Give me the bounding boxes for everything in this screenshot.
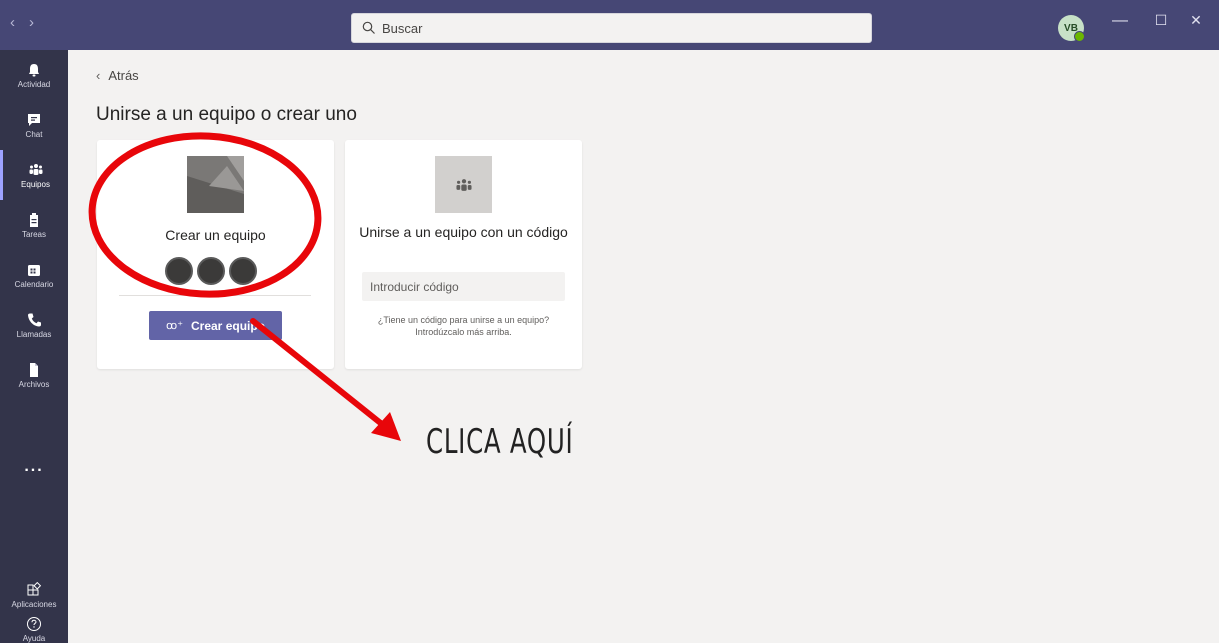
search-icon <box>362 21 375 34</box>
more-apps-button[interactable]: ... <box>0 458 68 476</box>
forward-arrow-icon[interactable]: › <box>29 14 34 31</box>
presence-available-icon <box>1074 31 1085 42</box>
rail-label: Calendario <box>14 279 54 289</box>
rail-item-llamadas[interactable]: Llamadas <box>0 300 68 350</box>
rail-item-chat[interactable]: Chat <box>0 100 68 150</box>
create-team-card: Crear un equipo ꝏ⁺ Crear equipo <box>97 140 334 369</box>
chevron-left-icon: ‹ <box>96 68 101 83</box>
rail-label: Chat <box>25 129 43 139</box>
rail-item-aplicaciones[interactable]: Aplicaciones <box>0 570 68 620</box>
back-link[interactable]: ‹ Atrás <box>96 68 139 83</box>
app-rail: Actividad Chat Equipos Tareas Calendario… <box>0 50 68 643</box>
back-label: Atrás <box>108 68 139 83</box>
rail-label: Archivos <box>18 379 50 389</box>
help-icon <box>27 616 41 631</box>
bell-icon <box>29 63 39 76</box>
member-avatars <box>165 257 257 285</box>
join-team-title: Unirse a un equipo con un código <box>359 224 568 240</box>
apps-icon <box>27 581 42 595</box>
title-bar: ‹ › Buscar VB — ☐ ✕ <box>0 0 1219 50</box>
search-placeholder: Buscar <box>382 20 423 36</box>
image-placeholder-icon <box>187 156 244 213</box>
teams-icon <box>455 178 472 191</box>
back-arrow-icon[interactable]: ‹ <box>10 14 15 31</box>
join-team-image <box>435 156 492 213</box>
rail-item-ayuda[interactable]: Ayuda <box>0 615 68 643</box>
minimize-button[interactable]: — <box>1108 12 1132 30</box>
rail-label: Equipos <box>21 179 50 189</box>
rail-label: Aplicaciones <box>11 599 57 609</box>
add-team-icon: ꝏ⁺ <box>165 320 183 332</box>
history-nav: ‹ › <box>10 14 34 31</box>
rail-label: Ayuda <box>22 633 46 643</box>
calendar-icon <box>28 264 40 276</box>
team-code-input[interactable] <box>362 272 565 301</box>
annotation-text: CLICA AQUÍ <box>426 422 574 462</box>
page-title: Unirse a un equipo o crear uno <box>96 104 357 125</box>
annotation-arrowhead <box>371 412 401 441</box>
rail-label: Tareas <box>21 229 46 239</box>
member-avatar <box>165 257 193 285</box>
files-icon <box>30 362 38 377</box>
rail-label: Actividad <box>17 79 51 89</box>
user-avatar[interactable]: VB <box>1058 15 1085 42</box>
create-team-title: Crear un equipo <box>165 227 266 243</box>
card-divider <box>119 295 311 296</box>
search-bar[interactable]: Buscar <box>351 13 872 43</box>
rail-item-equipos[interactable]: Equipos <box>0 150 68 200</box>
create-team-button-label: Crear equipo <box>191 318 266 333</box>
phone-icon <box>28 313 41 326</box>
join-team-hint: ¿Tiene un código para unirse a un equipo… <box>377 315 550 337</box>
rail-item-archivos[interactable]: Archivos <box>0 350 68 400</box>
join-team-card: Unirse a un equipo con un código ¿Tiene … <box>345 140 582 369</box>
member-avatar <box>197 257 225 285</box>
rail-item-calendario[interactable]: Calendario <box>0 250 68 300</box>
create-team-button[interactable]: ꝏ⁺ Crear equipo <box>149 311 282 340</box>
member-avatar <box>229 257 257 285</box>
rail-item-actividad[interactable]: Actividad <box>0 50 68 100</box>
close-button[interactable]: ✕ <box>1184 12 1208 29</box>
chat-icon <box>28 113 40 126</box>
maximize-button[interactable]: ☐ <box>1149 12 1173 29</box>
rail-label: Llamadas <box>16 329 52 339</box>
assignments-icon <box>30 212 38 227</box>
team-placeholder-image <box>187 156 244 213</box>
rail-item-tareas[interactable]: Tareas <box>0 200 68 250</box>
teams-icon <box>29 163 42 175</box>
